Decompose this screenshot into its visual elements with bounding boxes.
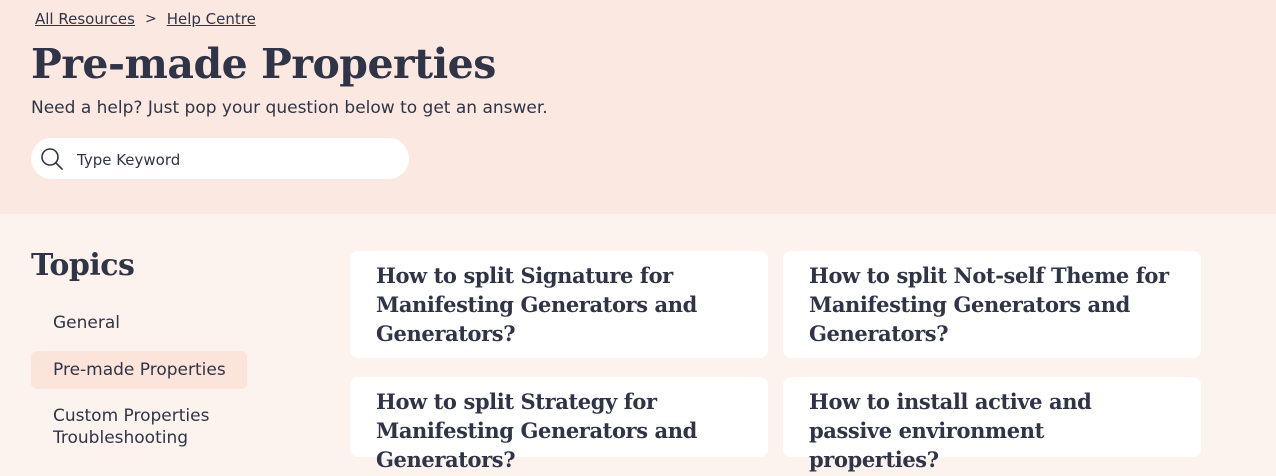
article-card[interactable]: How to install active and passive enviro…	[783, 377, 1201, 472]
page-subtitle: Need a help? Just pop your question belo…	[31, 98, 548, 118]
topic-custom-properties-troubleshooting[interactable]: Custom Properties Troubleshooting	[31, 405, 251, 449]
topics-heading: Topics	[31, 248, 135, 283]
topic-pre-made-properties[interactable]: Pre-made Properties	[31, 351, 247, 389]
search-bar[interactable]	[31, 138, 409, 181]
search-input[interactable]	[75, 138, 399, 181]
article-title: How to split Not-self Theme for Manifest…	[809, 263, 1169, 346]
article-title: How to install active and passive enviro…	[809, 389, 1092, 472]
breadcrumb: All Resources > Help Centre	[35, 10, 256, 28]
breadcrumb-separator: >	[144, 11, 157, 27]
breadcrumb-all-resources[interactable]: All Resources	[35, 10, 135, 28]
search-icon	[40, 147, 64, 171]
article-title: How to split Strategy for Manifesting Ge…	[376, 389, 697, 472]
page-title: Pre-made Properties	[31, 40, 496, 88]
article-card[interactable]: How to split Signature for Manifesting G…	[350, 251, 768, 358]
topic-general[interactable]: General	[31, 312, 120, 334]
article-title: How to split Signature for Manifesting G…	[376, 263, 697, 346]
article-card[interactable]: How to split Not-self Theme for Manifest…	[783, 251, 1201, 358]
breadcrumb-help-centre[interactable]: Help Centre	[167, 10, 256, 28]
article-card[interactable]: How to split Strategy for Manifesting Ge…	[350, 377, 768, 472]
